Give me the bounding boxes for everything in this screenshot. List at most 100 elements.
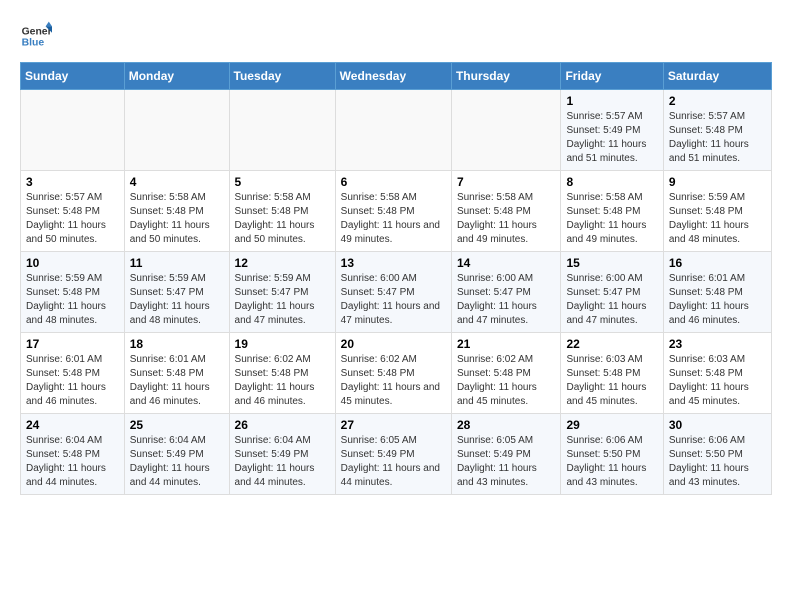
day-number: 27 — [341, 418, 446, 432]
day-info: Sunrise: 6:01 AMSunset: 5:48 PMDaylight:… — [669, 272, 766, 328]
week-row-1: 1 Sunrise: 5:57 AMSunset: 5:49 PMDaylight… — [21, 90, 772, 171]
logo-icon: General Blue — [20, 20, 52, 52]
calendar-cell: 1 Sunrise: 5:57 AMSunset: 5:49 PMDaylight… — [561, 90, 663, 171]
day-number: 24 — [26, 418, 119, 432]
day-info: Sunrise: 6:02 AMSunset: 5:48 PMDaylight:… — [235, 353, 330, 409]
calendar-header-row: SundayMondayTuesdayWednesdayThursdayFrid… — [21, 63, 772, 90]
day-info: Sunrise: 6:00 AMSunset: 5:47 PMDaylight:… — [457, 272, 556, 328]
day-info: Sunrise: 6:00 AMSunset: 5:47 PMDaylight:… — [566, 272, 657, 328]
calendar-cell: 17Sunrise: 6:01 AMSunset: 5:48 PMDayligh… — [21, 333, 125, 414]
day-number: 9 — [669, 175, 766, 189]
day-number: 22 — [566, 337, 657, 351]
day-number: 13 — [341, 256, 446, 270]
calendar-cell: 19 Sunrise: 6:02 AMSunset: 5:48 PMDayligh… — [229, 333, 335, 414]
day-info: Sunrise: 5:58 AMSunset: 5:48 PMDaylight:… — [566, 191, 657, 247]
calendar-cell: 29Sunrise: 6:06 AMSunset: 5:50 PMDayligh… — [561, 414, 663, 495]
day-number: 1 — [566, 94, 657, 108]
calendar-cell: 28Sunrise: 6:05 AMSunset: 5:49 PMDayligh… — [451, 414, 561, 495]
calendar-cell: 2 Sunrise: 5:57 AMSunset: 5:48 PMDaylight… — [663, 90, 771, 171]
calendar-cell: 13 Sunrise: 6:00 AMSunset: 5:47 PMDayligh… — [335, 252, 451, 333]
calendar-cell: 10 Sunrise: 5:59 AMSunset: 5:48 PMDayligh… — [21, 252, 125, 333]
day-number: 20 — [341, 337, 446, 351]
day-number: 11 — [130, 256, 224, 270]
calendar-table: SundayMondayTuesdayWednesdayThursdayFrid… — [20, 62, 772, 495]
day-info: Sunrise: 6:04 AMSunset: 5:48 PMDaylight:… — [26, 434, 119, 490]
day-number: 4 — [130, 175, 224, 189]
day-info: Sunrise: 6:03 AMSunset: 5:48 PMDaylight:… — [669, 353, 766, 409]
day-number: 14 — [457, 256, 556, 270]
day-number: 8 — [566, 175, 657, 189]
day-number: 5 — [235, 175, 330, 189]
day-info: Sunrise: 5:59 AMSunset: 5:47 PMDaylight:… — [235, 272, 330, 328]
calendar-cell: 20 Sunrise: 6:02 AMSunset: 5:48 PMDayligh… — [335, 333, 451, 414]
day-number: 3 — [26, 175, 119, 189]
day-number: 6 — [341, 175, 446, 189]
day-info: Sunrise: 6:06 AMSunset: 5:50 PMDaylight:… — [669, 434, 766, 490]
calendar-cell — [335, 90, 451, 171]
week-row-3: 10 Sunrise: 5:59 AMSunset: 5:48 PMDayligh… — [21, 252, 772, 333]
week-row-4: 17Sunrise: 6:01 AMSunset: 5:48 PMDayligh… — [21, 333, 772, 414]
day-info: Sunrise: 5:57 AMSunset: 5:48 PMDaylight:… — [669, 110, 766, 166]
day-info: Sunrise: 5:58 AMSunset: 5:48 PMDaylight:… — [235, 191, 330, 247]
day-number: 15 — [566, 256, 657, 270]
header-friday: Friday — [561, 63, 663, 90]
calendar-cell: 12 Sunrise: 5:59 AMSunset: 5:47 PMDayligh… — [229, 252, 335, 333]
day-number: 18 — [130, 337, 224, 351]
day-info: Sunrise: 5:59 AMSunset: 5:48 PMDaylight:… — [669, 191, 766, 247]
day-info: Sunrise: 5:57 AMSunset: 5:49 PMDaylight:… — [566, 110, 657, 166]
calendar-cell: 7 Sunrise: 5:58 AMSunset: 5:48 PMDaylight… — [451, 171, 561, 252]
calendar-cell — [21, 90, 125, 171]
day-info: Sunrise: 6:01 AMSunset: 5:48 PMDaylight:… — [130, 353, 224, 409]
day-info: Sunrise: 6:02 AMSunset: 5:48 PMDaylight:… — [457, 353, 556, 409]
header-thursday: Thursday — [451, 63, 561, 90]
calendar-cell: 9 Sunrise: 5:59 AMSunset: 5:48 PMDaylight… — [663, 171, 771, 252]
day-number: 30 — [669, 418, 766, 432]
day-number: 23 — [669, 337, 766, 351]
day-number: 29 — [566, 418, 657, 432]
calendar-cell: 14 Sunrise: 6:00 AMSunset: 5:47 PMDayligh… — [451, 252, 561, 333]
day-info: Sunrise: 6:02 AMSunset: 5:48 PMDaylight:… — [341, 353, 446, 409]
calendar-cell: 8 Sunrise: 5:58 AMSunset: 5:48 PMDaylight… — [561, 171, 663, 252]
day-info: Sunrise: 5:57 AMSunset: 5:48 PMDaylight:… — [26, 191, 119, 247]
day-info: Sunrise: 6:04 AMSunset: 5:49 PMDaylight:… — [130, 434, 224, 490]
calendar-cell: 24 Sunrise: 6:04 AMSunset: 5:48 PMDayligh… — [21, 414, 125, 495]
calendar-cell: 23 Sunrise: 6:03 AMSunset: 5:48 PMDayligh… — [663, 333, 771, 414]
calendar-cell: 30 Sunrise: 6:06 AMSunset: 5:50 PMDayligh… — [663, 414, 771, 495]
week-row-5: 24 Sunrise: 6:04 AMSunset: 5:48 PMDayligh… — [21, 414, 772, 495]
calendar-cell: 11 Sunrise: 5:59 AMSunset: 5:47 PMDayligh… — [124, 252, 229, 333]
day-number: 12 — [235, 256, 330, 270]
calendar-cell: 25 Sunrise: 6:04 AMSunset: 5:49 PMDayligh… — [124, 414, 229, 495]
calendar-cell: 6 Sunrise: 5:58 AMSunset: 5:48 PMDaylight… — [335, 171, 451, 252]
day-number: 16 — [669, 256, 766, 270]
calendar-cell: 3 Sunrise: 5:57 AMSunset: 5:48 PMDaylight… — [21, 171, 125, 252]
day-number: 25 — [130, 418, 224, 432]
header-sunday: Sunday — [21, 63, 125, 90]
svg-text:Blue: Blue — [22, 38, 45, 49]
calendar-cell: 4Sunrise: 5:58 AMSunset: 5:48 PMDaylight… — [124, 171, 229, 252]
day-info: Sunrise: 5:59 AMSunset: 5:48 PMDaylight:… — [26, 272, 119, 328]
calendar-cell: 27 Sunrise: 6:05 AMSunset: 5:49 PMDayligh… — [335, 414, 451, 495]
day-info: Sunrise: 6:00 AMSunset: 5:47 PMDaylight:… — [341, 272, 446, 328]
day-info: Sunrise: 6:04 AMSunset: 5:49 PMDaylight:… — [235, 434, 330, 490]
header-wednesday: Wednesday — [335, 63, 451, 90]
day-number: 28 — [457, 418, 556, 432]
day-number: 7 — [457, 175, 556, 189]
day-number: 10 — [26, 256, 119, 270]
logo: General Blue — [20, 20, 52, 52]
calendar-cell: 16 Sunrise: 6:01 AMSunset: 5:48 PMDayligh… — [663, 252, 771, 333]
day-info: Sunrise: 5:59 AMSunset: 5:47 PMDaylight:… — [130, 272, 224, 328]
page-header: General Blue — [20, 20, 772, 52]
day-number: 2 — [669, 94, 766, 108]
day-number: 19 — [235, 337, 330, 351]
calendar-cell: 21 Sunrise: 6:02 AMSunset: 5:48 PMDayligh… — [451, 333, 561, 414]
day-info: Sunrise: 6:05 AMSunset: 5:49 PMDaylight:… — [341, 434, 446, 490]
calendar-cell: 5 Sunrise: 5:58 AMSunset: 5:48 PMDaylight… — [229, 171, 335, 252]
day-info: Sunrise: 5:58 AMSunset: 5:48 PMDaylight:… — [341, 191, 446, 247]
calendar-cell — [451, 90, 561, 171]
day-info: Sunrise: 5:58 AMSunset: 5:48 PMDaylight:… — [457, 191, 556, 247]
day-info: Sunrise: 6:01 AMSunset: 5:48 PMDaylight:… — [26, 353, 119, 409]
calendar-cell: 26Sunrise: 6:04 AMSunset: 5:49 PMDayligh… — [229, 414, 335, 495]
day-number: 21 — [457, 337, 556, 351]
calendar-cell: 18 Sunrise: 6:01 AMSunset: 5:48 PMDayligh… — [124, 333, 229, 414]
header-monday: Monday — [124, 63, 229, 90]
